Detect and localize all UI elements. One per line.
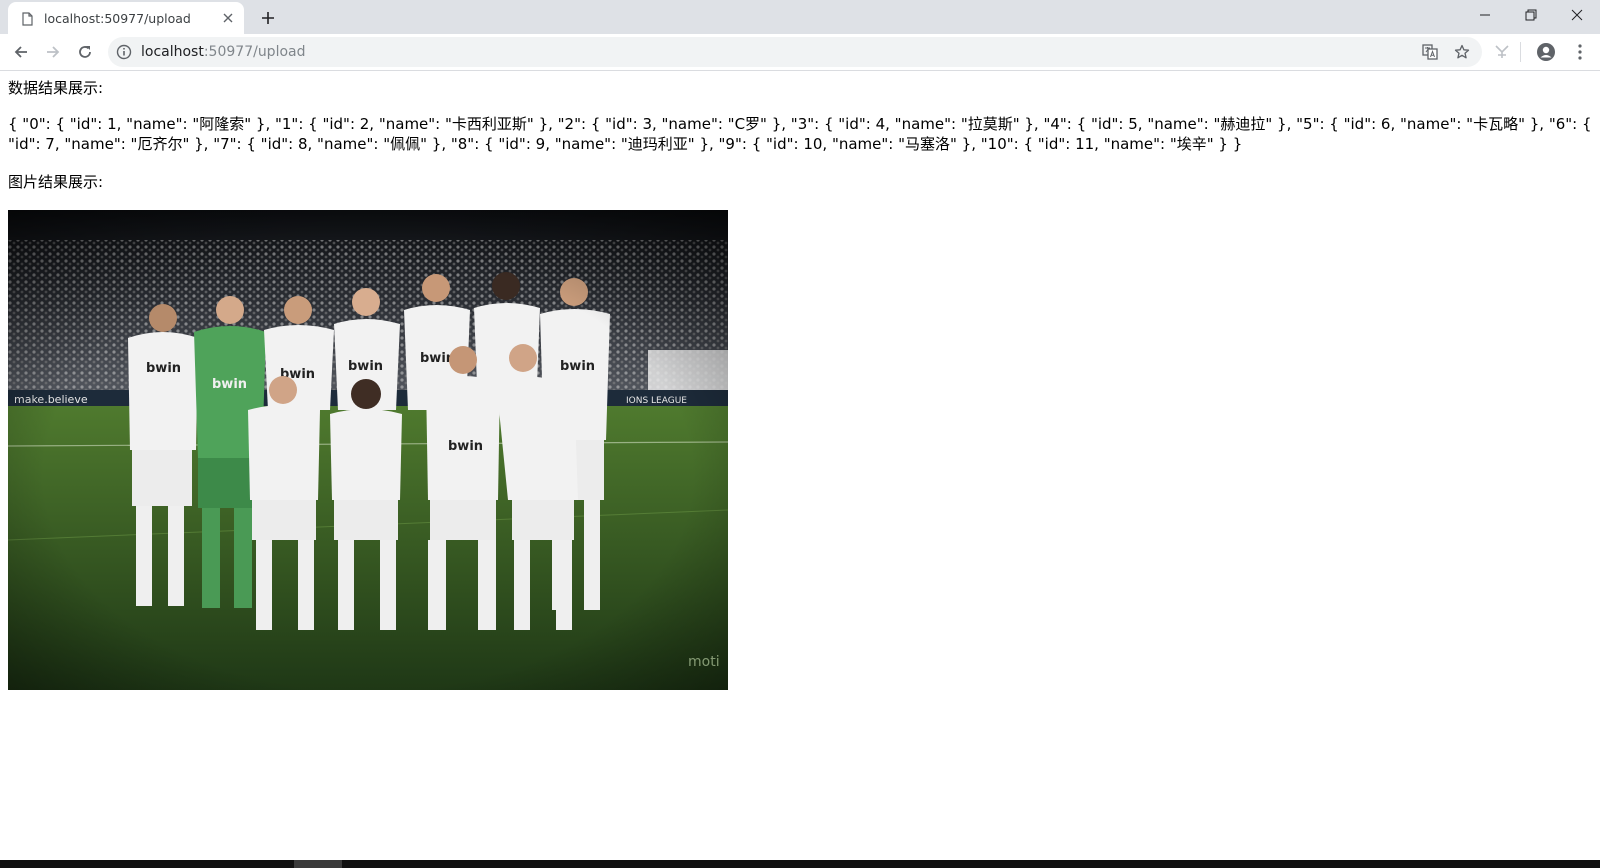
forward-arrow-icon[interactable] (39, 38, 67, 66)
back-arrow-icon[interactable] (7, 38, 35, 66)
tab-title: localhost:50977/upload (44, 11, 191, 26)
taskbar-active-item[interactable] (294, 860, 342, 868)
taskbar (0, 860, 1600, 868)
reload-icon[interactable] (71, 38, 99, 66)
browser-toolbar: localhost:50977/upload (0, 34, 1600, 71)
toolbar-divider (1520, 42, 1521, 62)
data-result-label: 数据结果展示: (8, 79, 104, 97)
url-path: :50977/upload (203, 44, 306, 60)
restore-icon[interactable] (1508, 0, 1554, 30)
team-photo: make.believe IONS LEAGUE bwin bwin bw (8, 210, 728, 690)
tab-strip: localhost:50977/upload (0, 0, 1600, 34)
menu-icon[interactable] (1568, 40, 1592, 64)
extension-icon[interactable] (1490, 40, 1514, 64)
profile-icon[interactable] (1534, 40, 1558, 64)
info-icon[interactable] (116, 44, 132, 60)
json-result-text: { "0": { "id": 1, "name": "阿隆索" }, "1": … (8, 115, 1592, 153)
url-text[interactable]: localhost:50977/upload (141, 44, 306, 60)
image-result-label: 图片结果展示: (8, 173, 104, 191)
photo-watermark: moti (688, 654, 720, 670)
browser-tab[interactable]: localhost:50977/upload (8, 2, 244, 34)
page-icon (20, 11, 34, 26)
plus-icon[interactable] (256, 6, 280, 30)
star-icon[interactable] (1452, 42, 1472, 62)
translate-icon[interactable] (1420, 42, 1440, 62)
address-bar[interactable]: localhost:50977/upload (108, 37, 1482, 67)
minimize-icon[interactable] (1462, 0, 1508, 30)
url-host: localhost (141, 44, 204, 60)
close-icon[interactable] (1554, 0, 1600, 30)
tab-close-icon[interactable] (220, 10, 236, 26)
